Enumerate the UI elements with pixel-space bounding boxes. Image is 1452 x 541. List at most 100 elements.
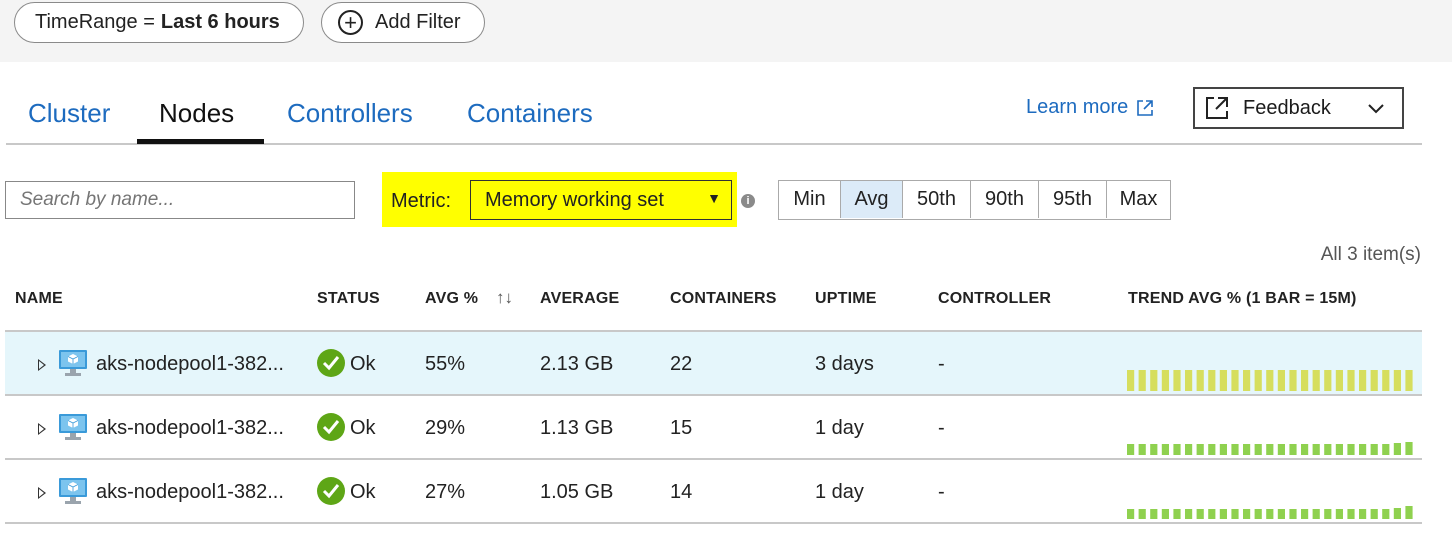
trend-bar xyxy=(1231,444,1239,455)
percentile-selector: Min Avg 50th 90th 95th Max xyxy=(778,180,1171,220)
trend-bar xyxy=(1266,444,1274,455)
trend-bar xyxy=(1405,506,1413,519)
uptime-value: 1 day xyxy=(815,481,864,503)
trend-bar xyxy=(1254,509,1262,519)
status-text: Ok xyxy=(350,481,376,503)
expand-arrow-icon[interactable] xyxy=(38,487,46,499)
trend-bar xyxy=(1254,370,1262,391)
status-ok-icon xyxy=(317,413,345,441)
column-header-controller[interactable]: CONTROLLER xyxy=(938,290,1051,308)
feedback-dropdown[interactable]: Feedback xyxy=(1193,87,1404,129)
table-row[interactable]: aks-nodepool1-382... Ok 27% 1.05 GB 14 1 day - xyxy=(5,460,1422,524)
trend-bar xyxy=(1161,370,1169,391)
trend-bar xyxy=(1173,370,1181,391)
average-value: 1.13 GB xyxy=(540,417,614,439)
average-value: 2.13 GB xyxy=(540,353,614,375)
percentile-50th[interactable]: 50th xyxy=(902,181,970,218)
sort-icon[interactable]: ↑↓ xyxy=(496,288,513,308)
time-range-key: TimeRange = xyxy=(35,11,155,33)
trend-bar xyxy=(1185,370,1193,391)
add-filter-label: Add Filter xyxy=(375,11,461,33)
trend-bar xyxy=(1359,509,1367,519)
column-header-containers[interactable]: CONTAINERS xyxy=(670,290,777,308)
column-header-avg-pct[interactable]: AVG % xyxy=(425,290,478,308)
trend-bar xyxy=(1382,444,1390,455)
node-vm-icon xyxy=(59,414,87,440)
trend-bar xyxy=(1196,370,1204,391)
learn-more-link[interactable]: Learn more xyxy=(1026,96,1154,119)
trend-bar xyxy=(1266,370,1274,391)
tab-controllers[interactable]: Controllers xyxy=(287,98,413,129)
trend-bar xyxy=(1312,444,1320,455)
trend-bar xyxy=(1359,370,1367,391)
trend-bar xyxy=(1382,370,1390,391)
containers-value: 22 xyxy=(670,353,693,375)
trend-bar xyxy=(1208,444,1216,455)
chevron-down-icon xyxy=(1368,104,1384,114)
trend-bar xyxy=(1173,509,1181,519)
trend-bar xyxy=(1359,444,1367,455)
search-input[interactable] xyxy=(5,181,355,219)
tab-nodes[interactable]: Nodes xyxy=(159,98,234,129)
add-filter-button[interactable]: + Add Filter xyxy=(321,2,485,43)
trend-bar xyxy=(1324,444,1332,455)
tab-cluster[interactable]: Cluster xyxy=(28,98,110,129)
node-name[interactable]: aks-nodepool1-382... xyxy=(96,353,284,376)
uptime-value: 3 days xyxy=(815,353,874,375)
controller-value: - xyxy=(938,481,945,503)
trend-bar xyxy=(1173,444,1181,455)
trend-bar xyxy=(1185,444,1193,455)
tab-containers[interactable]: Containers xyxy=(467,98,593,129)
trend-bar xyxy=(1312,509,1320,519)
trend-bar xyxy=(1150,444,1158,455)
trend-bar xyxy=(1405,370,1413,391)
trend-sparkbar-chart xyxy=(1127,442,1413,455)
trend-bar xyxy=(1208,509,1216,519)
containers-value: 15 xyxy=(670,417,693,439)
trend-bar xyxy=(1138,370,1146,391)
percentile-avg[interactable]: Avg xyxy=(840,181,902,218)
column-header-status[interactable]: STATUS xyxy=(317,290,380,308)
column-header-trend[interactable]: TREND AVG % (1 BAR = 15M) xyxy=(1128,290,1357,308)
info-icon[interactable]: i xyxy=(741,194,755,208)
trend-bar xyxy=(1127,509,1135,519)
percentile-min[interactable]: Min xyxy=(779,181,840,218)
trend-bar xyxy=(1301,509,1309,519)
percentile-max[interactable]: Max xyxy=(1106,181,1170,218)
trend-bar xyxy=(1393,508,1401,519)
column-header-uptime[interactable]: UPTIME xyxy=(815,290,877,308)
trend-bar xyxy=(1289,509,1297,519)
trend-bar xyxy=(1150,370,1158,391)
trend-bar xyxy=(1196,509,1204,519)
trend-bar xyxy=(1277,444,1285,455)
expand-arrow-icon[interactable] xyxy=(38,423,46,435)
node-name[interactable]: aks-nodepool1-382... xyxy=(96,481,284,504)
percentile-90th[interactable]: 90th xyxy=(970,181,1038,218)
status-text: Ok xyxy=(350,417,376,439)
status-ok-icon xyxy=(317,477,345,505)
column-header-average[interactable]: AVERAGE xyxy=(540,290,619,308)
expand-arrow-icon[interactable] xyxy=(38,359,46,371)
metric-select[interactable]: Memory working set ▼ xyxy=(470,180,732,220)
trend-bar xyxy=(1393,443,1401,455)
trend-bar xyxy=(1347,370,1355,391)
trend-bar xyxy=(1161,509,1169,519)
time-range-filter-pill[interactable]: TimeRange = Last 6 hours xyxy=(14,2,304,43)
trend-bar xyxy=(1335,444,1343,455)
items-count: All 3 item(s) xyxy=(1320,244,1421,265)
trend-bar xyxy=(1266,509,1274,519)
trend-bar xyxy=(1127,444,1135,455)
table-row[interactable]: aks-nodepool1-382... Ok 55% 2.13 GB 22 3 days… xyxy=(5,332,1422,396)
node-name[interactable]: aks-nodepool1-382... xyxy=(96,417,284,440)
feedback-external-icon xyxy=(1206,97,1228,119)
percentile-95th[interactable]: 95th xyxy=(1038,181,1106,218)
trend-bar xyxy=(1208,370,1216,391)
trend-bar xyxy=(1405,442,1413,455)
trend-bar xyxy=(1243,444,1251,455)
table-row[interactable]: aks-nodepool1-382... Ok 29% 1.13 GB 15 1 day - xyxy=(5,396,1422,460)
avg-pct-value: 55% xyxy=(425,353,466,375)
trend-bar xyxy=(1150,509,1158,519)
column-header-name[interactable]: NAME xyxy=(15,290,63,308)
trend-bar xyxy=(1347,444,1355,455)
uptime-value: 1 day xyxy=(815,417,864,439)
